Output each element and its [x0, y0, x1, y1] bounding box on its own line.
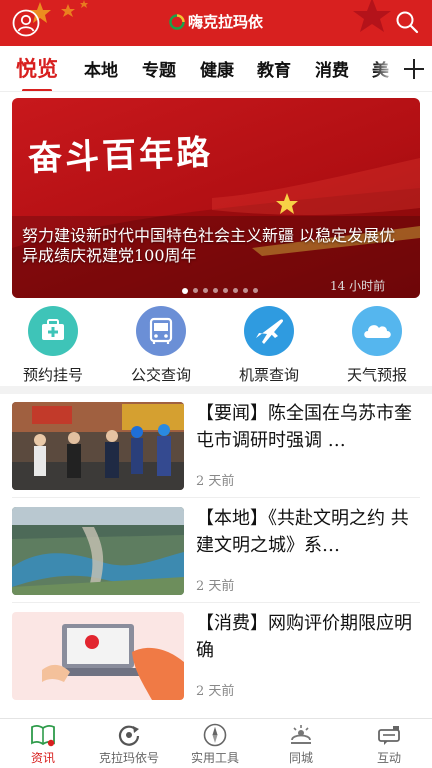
news-item[interactable]: 【要闻】陈全国在乌苏市奎屯市调研时强调 … 2 天前 — [0, 394, 432, 498]
banner-time: 14 小时前 — [330, 279, 386, 293]
news-thumbnail — [12, 507, 184, 595]
news-title: 【要闻】陈全国在乌苏市奎屯市调研时强调 … — [196, 403, 412, 451]
refresh-icon — [118, 725, 140, 746]
nav-label: 克拉玛依号 — [98, 751, 159, 765]
carousel-dot[interactable] — [182, 287, 188, 294]
banner-artwork — [12, 158, 420, 298]
banner-headline: 奋斗百年路 — [27, 132, 214, 180]
section-divider — [0, 386, 432, 394]
star-decoration — [80, 0, 88, 8]
news-thumbnail — [12, 402, 184, 490]
service-flight[interactable]: 机票查询 — [224, 304, 314, 385]
service-appointment[interactable]: 预约挂号 — [8, 304, 98, 385]
carousel-dot[interactable] — [253, 288, 258, 293]
carousel-indicator — [182, 280, 263, 294]
search-button[interactable] — [394, 9, 420, 35]
carousel-dot[interactable] — [233, 288, 238, 293]
carousel-dot[interactable] — [193, 288, 198, 293]
news-time: 2 天前 — [196, 684, 235, 699]
app-logo: 嗨克拉玛依 — [0, 11, 432, 32]
service-label: 公交查询 — [130, 366, 191, 384]
news-thumbnail — [12, 612, 184, 700]
carousel-dot[interactable] — [243, 288, 248, 293]
service-weather[interactable]: 天气预报 — [332, 304, 422, 385]
app-header: 嗨克拉玛依 — [0, 0, 432, 46]
tab-local[interactable]: 本地 — [84, 56, 118, 81]
location-icon — [291, 725, 311, 744]
tab-consumer[interactable]: 消费 — [315, 56, 349, 81]
medical-kit-icon — [28, 306, 78, 356]
tab-health[interactable]: 健康 — [200, 56, 234, 81]
nav-local[interactable]: 同城 — [258, 719, 344, 768]
news-item[interactable]: 【本地】《共赴文明之约 共建文明之城》系… 2 天前 — [0, 499, 432, 603]
service-label: 机票查询 — [238, 366, 299, 384]
nav-label: 互动 — [376, 751, 401, 765]
bottom-navigation: 资讯 克拉玛依号 实用工具 同城 互动 — [0, 718, 432, 768]
compass-icon — [203, 723, 227, 747]
banner-title: 努力建设新时代中国特色社会主义新疆 以稳定发展优异成绩庆祝建党100周年 — [22, 226, 396, 265]
more-tabs-button[interactable] — [396, 46, 432, 91]
logo-mark-icon — [169, 14, 185, 30]
featured-banner[interactable]: 奋斗百年路 努力建设新时代中国特色社会主义新疆 以稳定发展优异成绩庆祝建党100… — [12, 98, 420, 298]
carousel-dot[interactable] — [203, 288, 208, 293]
nav-label: 实用工具 — [190, 751, 239, 765]
item-divider — [12, 497, 420, 498]
chat-icon — [378, 726, 400, 745]
tabs-fade — [374, 46, 396, 91]
nav-interact[interactable]: 互动 — [346, 719, 432, 768]
quick-services: 预约挂号 公交查询 机票查询 天气预报 — [0, 304, 432, 386]
book-icon — [31, 725, 55, 747]
nav-karamay-account[interactable]: 克拉玛依号 — [86, 719, 172, 768]
airplane-icon — [244, 306, 294, 356]
nav-tools[interactable]: 实用工具 — [172, 719, 258, 768]
service-label: 预约挂号 — [22, 366, 83, 384]
service-label: 天气预报 — [346, 366, 407, 384]
news-time: 2 天前 — [196, 474, 235, 489]
nav-label: 同城 — [288, 751, 313, 765]
search-icon — [396, 11, 419, 34]
news-item[interactable]: 【消费】网购评价期限应明确 2 天前 — [0, 604, 432, 708]
news-title: 【本地】《共赴文明之约 共建文明之城》系… — [196, 508, 409, 556]
carousel-dot[interactable] — [213, 288, 218, 293]
carousel-dot[interactable] — [223, 288, 228, 293]
tab-yuelan[interactable]: 悦览 — [16, 53, 58, 91]
service-bus[interactable]: 公交查询 — [116, 304, 206, 385]
tab-education[interactable]: 教育 — [257, 56, 291, 81]
news-title: 【消费】网购评价期限应明确 — [196, 613, 412, 661]
item-divider — [12, 602, 420, 603]
plus-icon — [404, 59, 424, 79]
news-time: 2 天前 — [196, 579, 235, 594]
nav-label: 资讯 — [30, 751, 55, 765]
cloud-icon — [352, 306, 402, 356]
bus-icon — [136, 306, 186, 356]
category-tabs: 悦览 本地 专题 健康 教育 消费 美 — [0, 46, 432, 92]
app-name: 嗨克拉玛依 — [187, 13, 263, 31]
tab-topics[interactable]: 专题 — [142, 56, 176, 81]
nav-news[interactable]: 资讯 — [0, 719, 86, 768]
